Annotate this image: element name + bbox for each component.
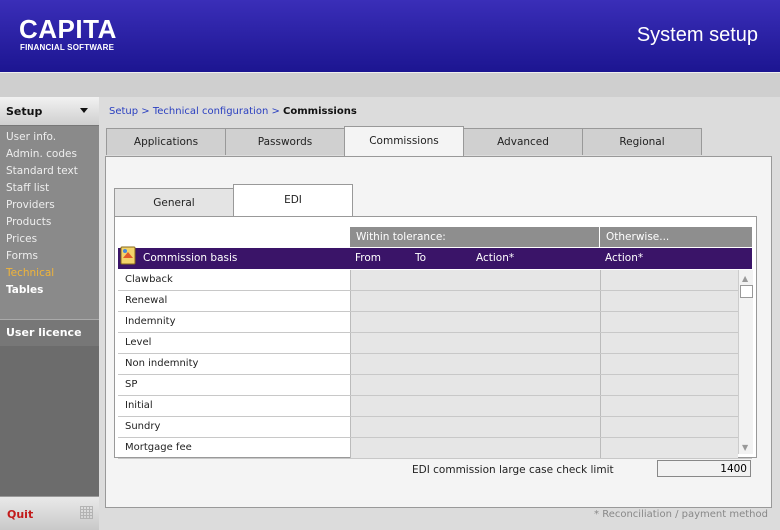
sidebar-item-standard-text[interactable]: Standard text [6,163,96,180]
within-tolerance-cell[interactable] [350,312,600,332]
grid-column-header: Commission basis From To Action* Action* [118,246,752,269]
sidebar-item-tables[interactable]: Tables [6,282,96,299]
col-commission-basis[interactable]: Commission basis [143,252,237,264]
chevron-down-icon [80,108,88,113]
grid-scrollbar[interactable]: ▲ ▼ [738,270,753,454]
table-row[interactable]: Mortgage fee [118,438,752,459]
quit-button[interactable]: Quit [7,508,33,521]
table-row[interactable]: SP [118,375,752,396]
table-row[interactable]: Indemnity [118,312,752,333]
otherwise-cell[interactable] [600,438,738,458]
otherwise-cell[interactable] [600,396,738,416]
toolbar-strip [0,72,780,98]
otherwise-cell[interactable] [600,312,738,332]
table-row[interactable]: Clawback [118,270,752,291]
within-tolerance-cell[interactable] [350,417,600,437]
tab-commissions[interactable]: Commissions [344,126,464,157]
table-row[interactable]: Level [118,333,752,354]
commission-basis-icon [120,246,136,265]
sidebar-item-forms[interactable]: Forms [6,248,96,265]
row-label: Clawback [125,274,173,285]
breadcrumb-technical[interactable]: Technical configuration [153,106,268,117]
app-header: CAPITA FINANCIAL SOFTWARE System setup [0,0,780,72]
footnote: * Reconciliation / payment method [594,509,768,520]
breadcrumb: Setup > Technical configuration > Commis… [109,106,357,117]
sidebar-item-providers[interactable]: Providers [6,197,96,214]
tab-passwords[interactable]: Passwords [225,128,345,155]
sidebar-item-admin-codes[interactable]: Admin. codes [6,146,96,163]
page-title: System setup [636,24,758,46]
tab-general[interactable]: General [114,188,234,217]
sidebar-item-products[interactable]: Products [6,214,96,231]
quit-bar: Quit [0,496,99,530]
sidebar-item-staff-list[interactable]: Staff list [6,180,96,197]
commissions-panel: General EDI Within tolerance: Otherwise.… [105,156,772,508]
user-licence-button[interactable]: User licence [0,319,99,347]
breadcrumb-setup[interactable]: Setup [109,106,138,117]
col-action-within[interactable]: Action* [476,252,514,264]
grid-rows: Clawback Renewal Indemnity Level Non ind… [118,270,752,459]
sidebar-item-technical[interactable]: Technical [6,265,96,282]
sidebar-item-user-info[interactable]: User info. [6,129,96,146]
row-label: Non indemnity [125,358,199,369]
within-tolerance-cell[interactable] [350,396,600,416]
row-label: Renewal [125,295,168,306]
table-row[interactable]: Renewal [118,291,752,312]
setup-menu-dropdown[interactable]: Setup [0,97,99,126]
sidebar-item-prices[interactable]: Prices [6,231,96,248]
row-label: Initial [125,400,153,411]
tab-applications[interactable]: Applications [106,128,226,155]
within-tolerance-cell[interactable] [350,270,600,290]
table-row[interactable]: Non indemnity [118,354,752,375]
table-row[interactable]: Initial [118,396,752,417]
within-tolerance-cell[interactable] [350,438,600,458]
row-label: Indemnity [125,316,176,327]
group-otherwise: Otherwise... [600,227,752,247]
otherwise-cell[interactable] [600,333,738,353]
row-label: Mortgage fee [125,442,192,453]
col-to[interactable]: To [415,252,426,264]
sidebar: Setup User info. Admin. codes Standard t… [0,97,99,530]
row-label: Sundry [125,421,161,432]
scroll-up-icon[interactable]: ▲ [742,274,748,283]
otherwise-cell[interactable] [600,375,738,395]
otherwise-cell[interactable] [600,417,738,437]
within-tolerance-cell[interactable] [350,354,600,374]
grip-icon [80,506,93,519]
logo-subtitle: FINANCIAL SOFTWARE [20,43,115,52]
tab-edi[interactable]: EDI [233,184,353,217]
scroll-down-icon[interactable]: ▼ [742,443,748,452]
row-label: SP [125,379,138,390]
col-action-otherwise[interactable]: Action* [605,252,643,264]
sidebar-filler [0,346,99,496]
breadcrumb-current: Commissions [283,106,357,117]
table-row[interactable]: Sundry [118,417,752,438]
setup-menu-label: Setup [6,105,43,118]
user-licence-label: User licence [6,326,82,339]
within-tolerance-cell[interactable] [350,375,600,395]
within-tolerance-cell[interactable] [350,333,600,353]
large-case-limit-input[interactable] [657,460,751,477]
group-within-tolerance: Within tolerance: [350,227,599,247]
breadcrumb-separator: > [138,106,153,117]
grid-group-headers: Within tolerance: Otherwise... [350,227,752,247]
scroll-thumb[interactable] [740,285,753,298]
otherwise-cell[interactable] [600,291,738,311]
col-from[interactable]: From [355,252,381,264]
large-case-limit-label: EDI commission large case check limit [412,464,614,476]
tab-advanced[interactable]: Advanced [463,128,583,155]
tab-regional[interactable]: Regional [582,128,702,155]
main-content: Setup > Technical configuration > Commis… [99,97,780,529]
edi-grid: Within tolerance: Otherwise... Commissio… [114,216,757,459]
row-label: Level [125,337,152,348]
within-tolerance-cell[interactable] [350,291,600,311]
otherwise-cell[interactable] [600,270,738,290]
breadcrumb-separator: > [268,106,284,117]
otherwise-cell[interactable] [600,354,738,374]
sidebar-list: User info. Admin. codes Standard text St… [6,129,96,299]
capita-logo: CAPITA [19,14,117,44]
